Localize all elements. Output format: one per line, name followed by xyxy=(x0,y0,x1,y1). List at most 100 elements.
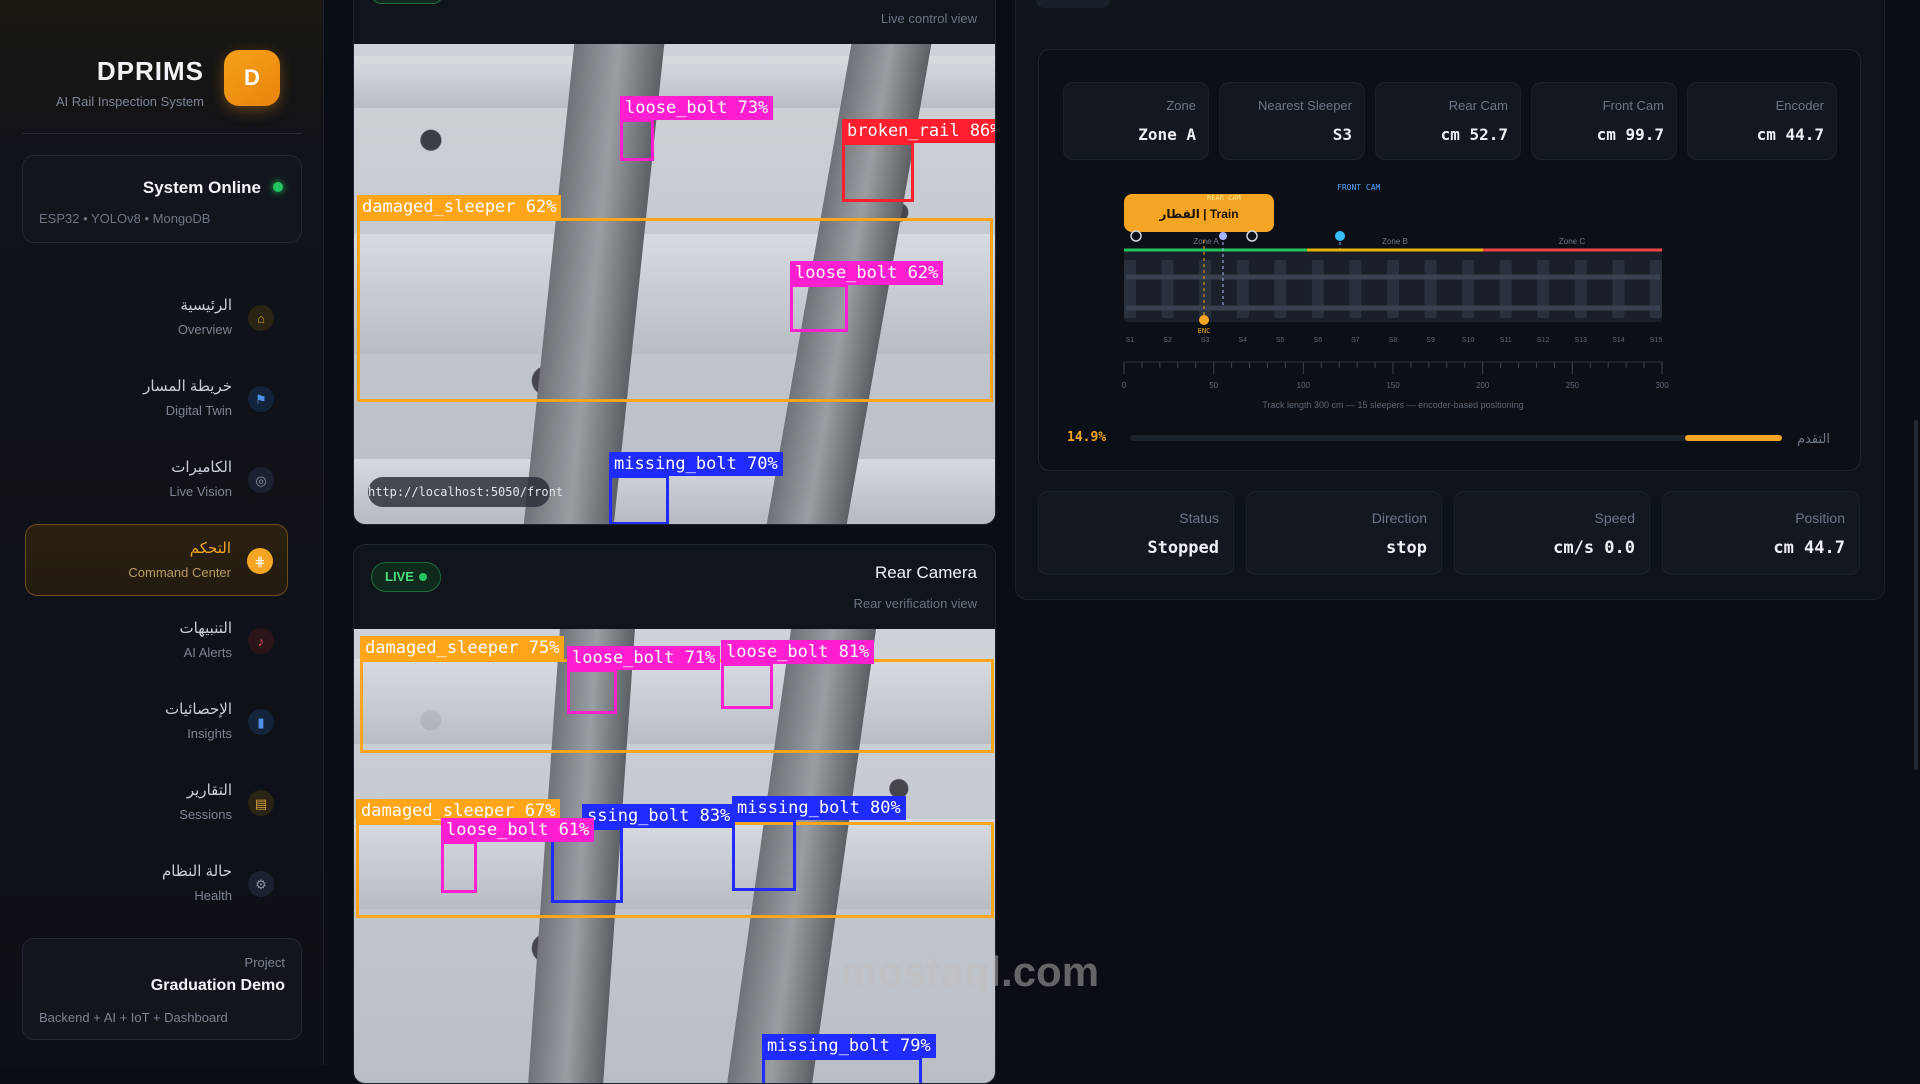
divider xyxy=(22,133,302,134)
detection-box: damaged_sleeper 62% xyxy=(357,195,993,402)
encoder-tag: ENC xyxy=(1198,327,1211,335)
sleeper-label: S6 xyxy=(1314,337,1323,344)
detection-box: loose_bolt 81% xyxy=(721,640,875,709)
watermark: mostaql.com xyxy=(840,948,1100,995)
stat-label: Speed xyxy=(1594,510,1635,526)
rear-cam-marker xyxy=(1219,232,1227,240)
bell-icon: ♪ xyxy=(248,628,274,654)
front-cam-tag: FRONT CAM xyxy=(1337,183,1381,192)
nav-label-en: Command Center xyxy=(128,565,231,580)
detection-label: missing_bolt 79% xyxy=(762,1034,936,1058)
nav-command-center[interactable]: التحكم Command Center ⋕ xyxy=(25,524,288,596)
detection-label: loose_bolt 81% xyxy=(721,640,875,664)
sleeper-label: S12 xyxy=(1537,337,1550,344)
project-card: Project Graduation Demo Backend + AI + I… xyxy=(22,938,302,1040)
stream-url: http://localhost:5050/front xyxy=(368,477,563,507)
detection-box: missing_bolt 79% xyxy=(762,1034,936,1083)
zone-c-label: Zone C xyxy=(1559,237,1585,246)
metric-value: cm 52.7 xyxy=(1440,125,1508,144)
metric-nearest-sleeper: Nearest Sleeper S3 xyxy=(1219,82,1365,160)
metric-label: Zone xyxy=(1166,98,1196,113)
nav-label-ar: خريطة المسار xyxy=(143,378,232,395)
nav-label-en: AI Alerts xyxy=(183,645,232,660)
nav-health[interactable]: حالة النظام Health ⚙ xyxy=(25,848,288,920)
stat-status: Status Stopped xyxy=(1038,491,1234,575)
detection-box: loose_bolt 61% xyxy=(441,818,595,893)
metric-label: Encoder xyxy=(1775,98,1824,113)
nav-label-ar: حالة النظام xyxy=(161,863,232,880)
page-scrollbar[interactable] xyxy=(1914,420,1918,770)
front-camera-subtitle: Live control view xyxy=(880,11,977,26)
nav-overview[interactable]: الرئيسية Overview ⌂ xyxy=(25,282,288,354)
progress-fill xyxy=(1684,435,1782,441)
detection-label: loose_bolt 61% xyxy=(441,818,595,842)
train-wheel xyxy=(1246,230,1258,242)
gear-icon: ⚙ xyxy=(248,871,274,897)
sleeper-label: S2 xyxy=(1163,337,1172,344)
nav-label-en: Insights xyxy=(187,726,232,741)
detection-label: damaged_sleeper 62% xyxy=(357,195,562,219)
nav-live-vision[interactable]: الكاميرات Live Vision ◎ xyxy=(25,444,288,516)
front-camera-panel: Live control view loose_bolt 73% broken_… xyxy=(353,0,996,525)
metric-rear-cam: Rear Cam cm 52.7 xyxy=(1375,82,1521,160)
rear-camera-feed[interactable]: damaged_sleeper 75% loose_bolt 71% loose… xyxy=(354,629,995,1083)
nav-label-ar: التنبيهات xyxy=(179,620,232,637)
progress-track xyxy=(1130,435,1782,441)
ruler-tick-label: 200 xyxy=(1476,381,1490,390)
zone-b-label: Zone B xyxy=(1382,237,1408,246)
front-camera-feed[interactable]: loose_bolt 73% broken_rail 86% damaged_s… xyxy=(354,44,995,524)
sleeper-label: S10 xyxy=(1462,337,1475,344)
flag-icon: ⚑ xyxy=(248,386,274,412)
detection-box: loose_bolt 71% xyxy=(567,646,721,714)
encoder-marker xyxy=(1199,315,1209,325)
detection-label: loose_bolt 62% xyxy=(790,261,944,285)
metric-value: Zone A xyxy=(1138,125,1196,144)
camera-icon: ◎ xyxy=(248,467,274,493)
detection-box: missing_bolt 70% xyxy=(609,452,783,524)
nav-label-en: Digital Twin xyxy=(165,403,232,418)
sleeper-label: S4 xyxy=(1238,337,1247,344)
metric-zone: Zone Zone A xyxy=(1063,82,1209,160)
rear-camera-title: Rear Camera xyxy=(874,563,977,582)
document-icon: ▤ xyxy=(248,790,274,816)
nav-sessions[interactable]: التقارير Sessions ▤ xyxy=(25,767,288,839)
nav-label-ar: الإحصائيات xyxy=(165,701,232,718)
sleeper-label: S11 xyxy=(1500,337,1512,344)
ruler-tick-label: 100 xyxy=(1297,381,1311,390)
bar-chart-icon: ▮ xyxy=(248,709,274,735)
nav-insights[interactable]: الإحصائيات Insights ▮ xyxy=(25,686,288,758)
ruler-tick-label: 300 xyxy=(1655,381,1669,390)
zone-a-label: Zone A xyxy=(1193,237,1219,246)
stat-speed: Speed cm/s 0.0 xyxy=(1454,491,1650,575)
progress-label: التقدم xyxy=(1797,431,1830,446)
sleeper-labels: S1 S2 S3 S4 S5 S6 S7 S8 S9 S10 S11 S12 S13 S14 S15 xyxy=(1126,337,1663,344)
sleeper-label: S5 xyxy=(1276,337,1285,344)
stat-label: Position xyxy=(1795,510,1845,526)
stat-value: cm/s 0.0 xyxy=(1553,538,1635,558)
ruler-ticks: 0 50 100 150 200 250 300 xyxy=(1122,362,1669,390)
sleeper-label: S7 xyxy=(1351,337,1360,344)
train-wheel xyxy=(1130,230,1142,242)
home-icon: ⌂ xyxy=(248,305,274,331)
nav-ai-alerts[interactable]: التنبيهات AI Alerts ♪ xyxy=(25,605,288,677)
brand-logo: D xyxy=(224,50,280,106)
nav-digital-twin[interactable]: خريطة المسار Digital Twin ⚑ xyxy=(25,363,288,435)
nav-label-en: Health xyxy=(194,888,232,903)
metric-label: Nearest Sleeper xyxy=(1258,98,1352,113)
rear-camera-subtitle: Rear verification view xyxy=(853,596,977,611)
online-indicator xyxy=(273,182,283,192)
stat-label: Direction xyxy=(1371,510,1427,526)
stat-value: cm 44.7 xyxy=(1773,538,1845,558)
detection-box: loose_bolt 73% xyxy=(620,96,774,161)
live-badge: LIVE xyxy=(371,562,441,592)
metric-value: cm 44.7 xyxy=(1756,125,1824,144)
sleeper-label: S9 xyxy=(1426,337,1435,344)
sleeper-label: S1 xyxy=(1126,337,1135,344)
system-status-card: System Online ESP32 • YOLOv8 • MongoDB xyxy=(22,155,302,243)
ruler-tick-label: 50 xyxy=(1209,381,1218,390)
front-cam-marker xyxy=(1335,231,1345,241)
track-diagram: FRONT CAM Zone A Zone B Zone C القطار | … xyxy=(1122,183,1669,410)
stat-value: stop xyxy=(1386,538,1427,558)
detection-box: loose_bolt 62% xyxy=(790,261,944,332)
nav-label-ar: التحكم xyxy=(189,540,231,557)
